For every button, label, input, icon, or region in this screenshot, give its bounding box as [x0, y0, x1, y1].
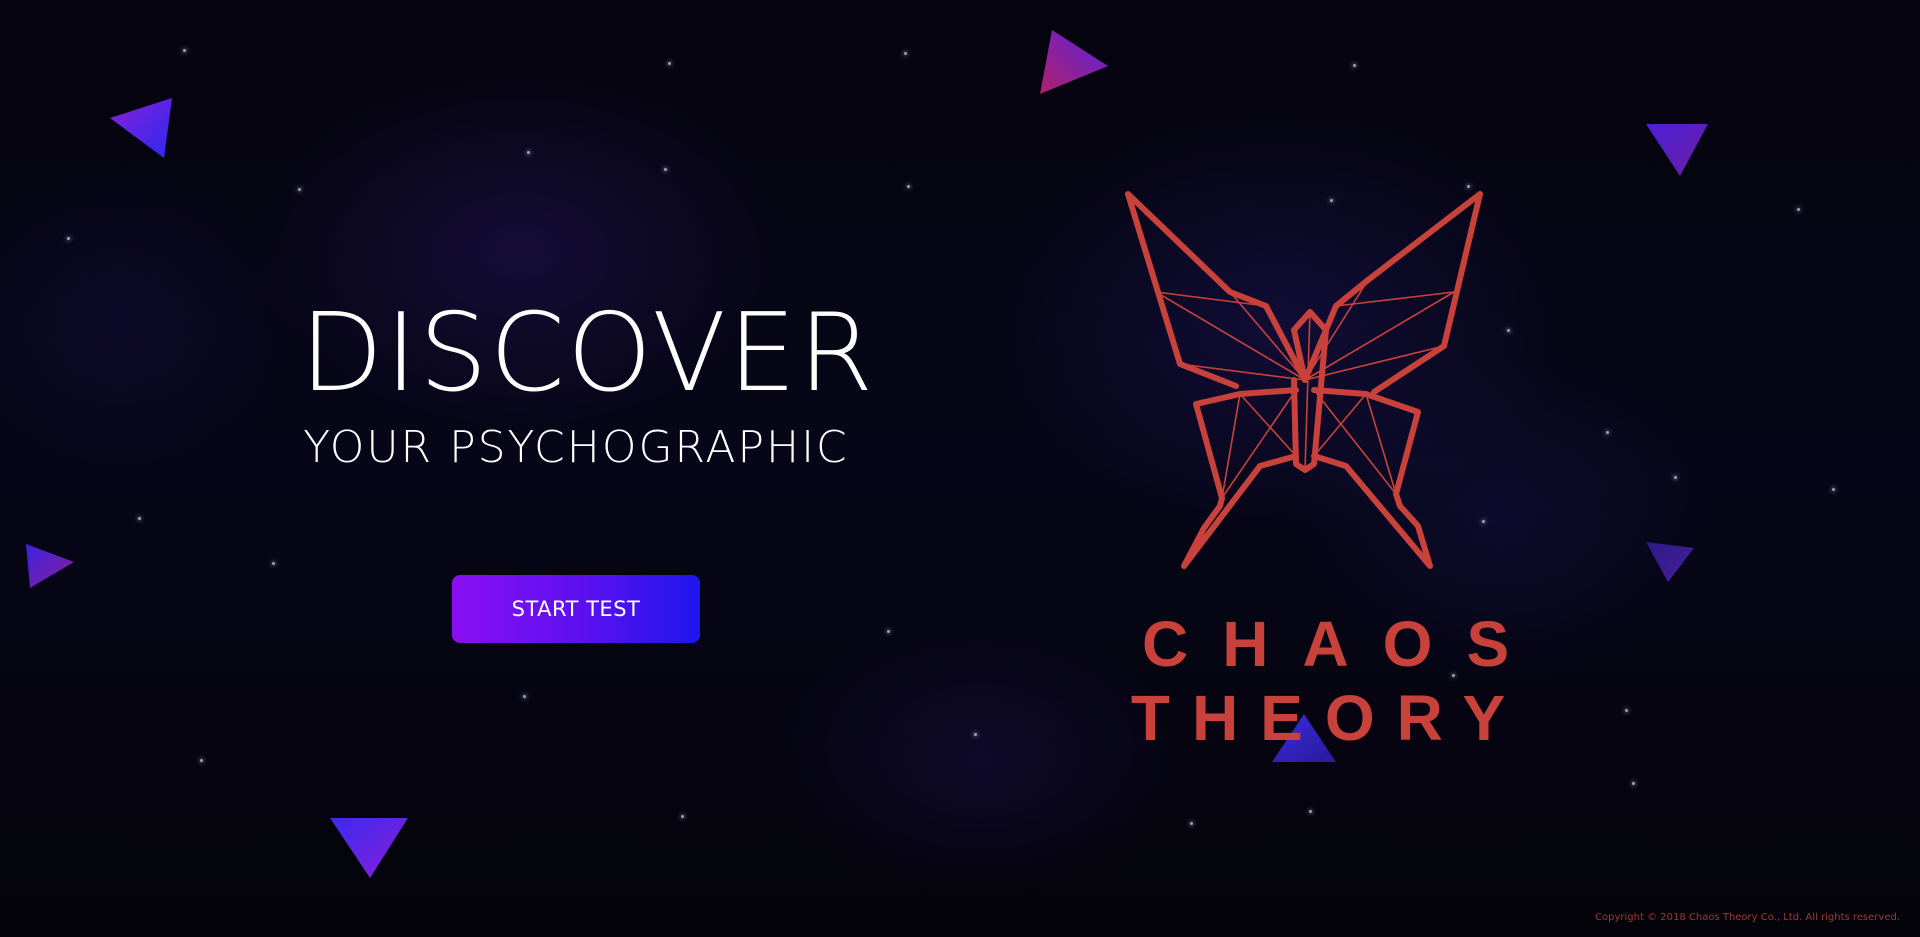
hero-subtitle: YOUR PSYCHOGRAPHIC [303, 422, 849, 473]
triangle-decoration [1646, 124, 1708, 176]
star [668, 62, 671, 65]
landing-page: DISCOVER YOUR PSYCHOGRAPHIC START TEST C… [0, 0, 1920, 937]
star [1832, 488, 1835, 491]
chaos-theory-logo: CHAOS THEORY [1100, 180, 1544, 750]
origami-butterfly-icon [1125, 191, 1483, 569]
star [138, 517, 141, 520]
star [1625, 709, 1628, 712]
star [664, 168, 667, 171]
logo-wordmark-line2: THEORY [1130, 682, 1528, 754]
star [1353, 64, 1356, 67]
star [1632, 782, 1635, 785]
logo-wordmark-line1: CHAOS [1142, 608, 1544, 680]
hero-section: DISCOVER YOUR PSYCHOGRAPHIC [300, 291, 876, 473]
star [272, 562, 275, 565]
triangle-decoration [26, 544, 74, 588]
triangle-decoration [330, 818, 408, 878]
star [1797, 208, 1800, 211]
star [1674, 476, 1677, 479]
starfield-background [0, 0, 1920, 937]
star [67, 237, 70, 240]
star [527, 151, 530, 154]
triangle-decoration [1646, 542, 1694, 582]
star [907, 185, 910, 188]
star [1190, 822, 1193, 825]
star [183, 49, 186, 52]
triangle-decoration [110, 98, 172, 158]
star [1309, 810, 1312, 813]
star [298, 188, 301, 191]
star [887, 630, 890, 633]
star [200, 759, 203, 762]
star [1606, 431, 1609, 434]
triangle-decoration [1040, 30, 1108, 94]
star [681, 815, 684, 818]
star [974, 733, 977, 736]
star [523, 695, 526, 698]
copyright-text: Copyright © 2018 Chaos Theory Co., Ltd. … [1595, 912, 1900, 923]
start-test-button[interactable]: START TEST [452, 575, 700, 643]
star [904, 52, 907, 55]
hero-title: DISCOVER [300, 291, 876, 416]
